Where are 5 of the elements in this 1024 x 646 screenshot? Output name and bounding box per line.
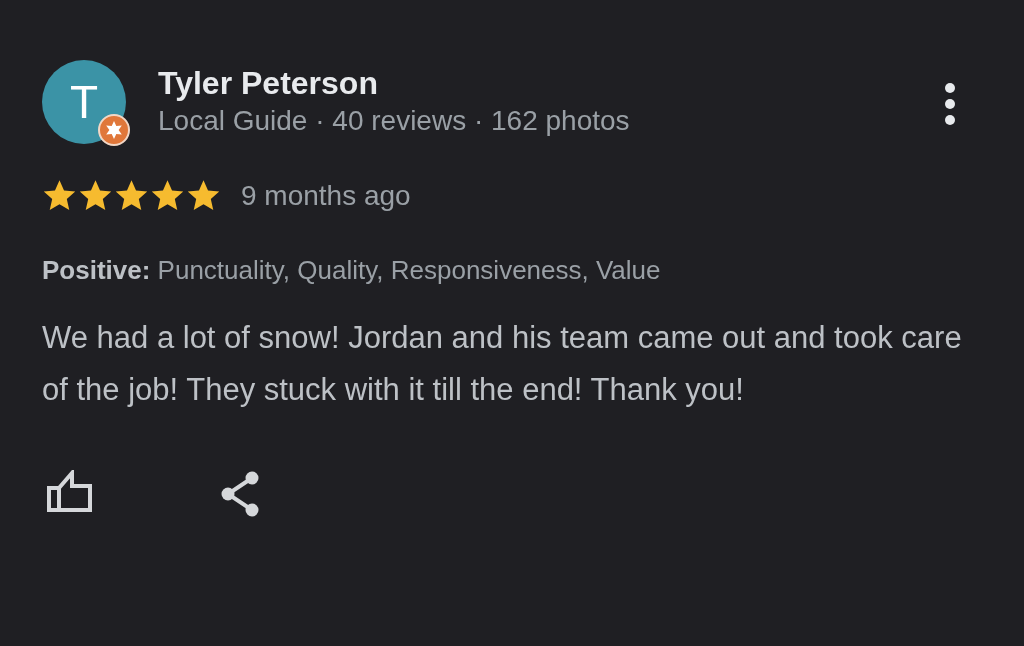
review-text: We had a lot of snow! Jordan and his team came out and took care of the job! They stuck with it till the end! Thank you! xyxy=(42,319,963,409)
reviewer-name[interactable]: Tyler Peterson xyxy=(158,63,944,103)
review-time: 9 months ago xyxy=(241,179,411,212)
reviewer-meta: Local Guide · 40 reviews · 162 photos xyxy=(158,104,631,138)
review-attributes: Positive: Punctuality, Quality, Responsiveness, Value xyxy=(42,255,662,286)
